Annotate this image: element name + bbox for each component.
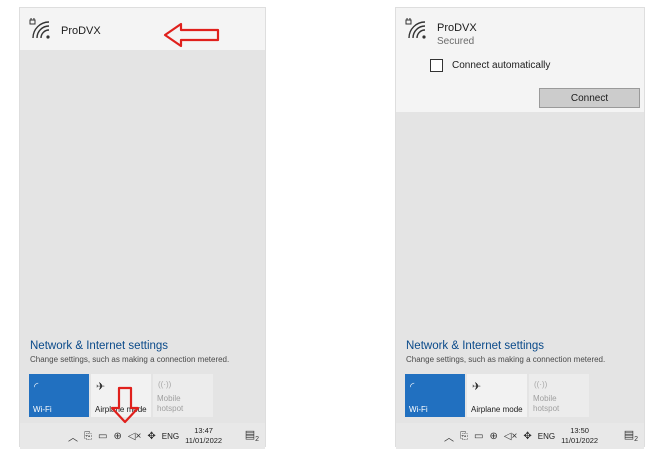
network-internet-settings-link[interactable]: Network & Internet settings [30,340,229,352]
taskbar-tray: ︿ ⎘ ▭ ⊕ ◁× ✥ ENG 13:50 11/01/2022 ▤2 [396,423,644,449]
connect-automatically-option[interactable]: Connect automatically [430,59,550,72]
network-status: Secured [437,36,475,47]
clock-date: 11/01/2022 [561,436,599,445]
wifi-tile-label: Wi-Fi [409,405,428,414]
connect-automatically-checkbox[interactable] [430,59,443,72]
network-settings-description: Change settings, such as making a connec… [30,355,230,364]
hotspot-icon: ((·)) [534,380,548,389]
notification-center-icon[interactable]: ▤2 [624,428,638,443]
secured-wifi-icon [29,18,50,39]
notification-count: 2 [634,436,638,444]
network-flyout-before: ProDVX Network & Internet settings Chang… [20,8,265,446]
mobile-hotspot-tile[interactable]: ((·)) Mobile hotspot [153,374,213,417]
annotation-arrow-left [163,22,220,48]
wifi-tile[interactable]: ◜ Wi-Fi [29,374,89,417]
pen-icon[interactable]: ⎘ [460,431,468,442]
wifi-icon: ◜ [34,381,39,393]
network-settings-section: Network & Internet settings Change setti… [30,340,229,364]
airplane-mode-label: Airplane mode [471,405,523,414]
clock-date: 11/01/2022 [185,436,223,445]
taskbar-tray: ︿ ⎘ ▭ ⊕ ◁× ✥ ENG 13:47 11/01/2022 ▤2 [20,423,265,449]
dropbox-icon[interactable]: ✥ [523,431,531,442]
mobile-hotspot-label: Mobile hotspot [533,394,560,413]
network-name: ProDVX [437,22,477,34]
network-name: ProDVX [61,25,101,37]
clock-time: 13:47 [194,426,213,435]
chevron-up-icon[interactable]: ︿ [444,429,454,444]
network-internet-settings-link[interactable]: Network & Internet settings [406,340,605,352]
clock[interactable]: 13:50 11/01/2022 [561,426,598,446]
connect-button[interactable]: Connect [539,88,640,108]
wifi-icon: ◜ [410,381,415,393]
globe-network-icon[interactable]: ⊕ [113,431,121,442]
language-indicator[interactable]: ENG [162,432,179,441]
mobile-hotspot-label: Mobile hotspot [157,394,184,413]
network-settings-description: Change settings, such as making a connec… [406,355,606,364]
secured-wifi-icon [405,18,426,39]
battery-icon[interactable]: ▭ [98,431,107,442]
network-item-prodvx[interactable]: ProDVX [20,8,265,50]
speaker-muted-icon[interactable]: ◁× [504,431,518,442]
connect-automatically-label: Connect automatically [452,60,551,71]
dropbox-icon[interactable]: ✥ [147,431,155,442]
annotation-arrow-down [110,386,140,424]
pen-icon[interactable]: ⎘ [84,431,92,442]
network-item-prodvx-expanded[interactable]: ProDVX Secured Connect automatically Con… [396,8,644,112]
globe-network-icon[interactable]: ⊕ [489,431,497,442]
language-indicator[interactable]: ENG [538,432,555,441]
mobile-hotspot-tile[interactable]: ((·)) Mobile hotspot [529,374,589,417]
battery-icon[interactable]: ▭ [474,431,483,442]
wifi-tile-label: Wi-Fi [33,405,52,414]
notification-count: 2 [255,436,259,444]
airplane-icon: ✈ [472,381,482,393]
wifi-tile[interactable]: ◜ Wi-Fi [405,374,465,417]
network-settings-section: Network & Internet settings Change setti… [406,340,605,364]
chevron-up-icon[interactable]: ︿ [68,429,78,444]
airplane-icon: ✈ [96,381,106,393]
hotspot-icon: ((·)) [158,380,172,389]
airplane-mode-tile[interactable]: ✈ Airplane mode [467,374,527,417]
network-flyout-after: ProDVX Secured Connect automatically Con… [396,8,644,446]
clock[interactable]: 13:47 11/01/2022 [185,426,222,446]
notification-center-icon[interactable]: ▤2 [245,428,259,443]
clock-time: 13:50 [570,426,589,435]
quick-action-tiles: ◜ Wi-Fi ✈ Airplane mode ((·)) Mobile hot… [405,374,589,417]
speaker-muted-icon[interactable]: ◁× [128,431,142,442]
